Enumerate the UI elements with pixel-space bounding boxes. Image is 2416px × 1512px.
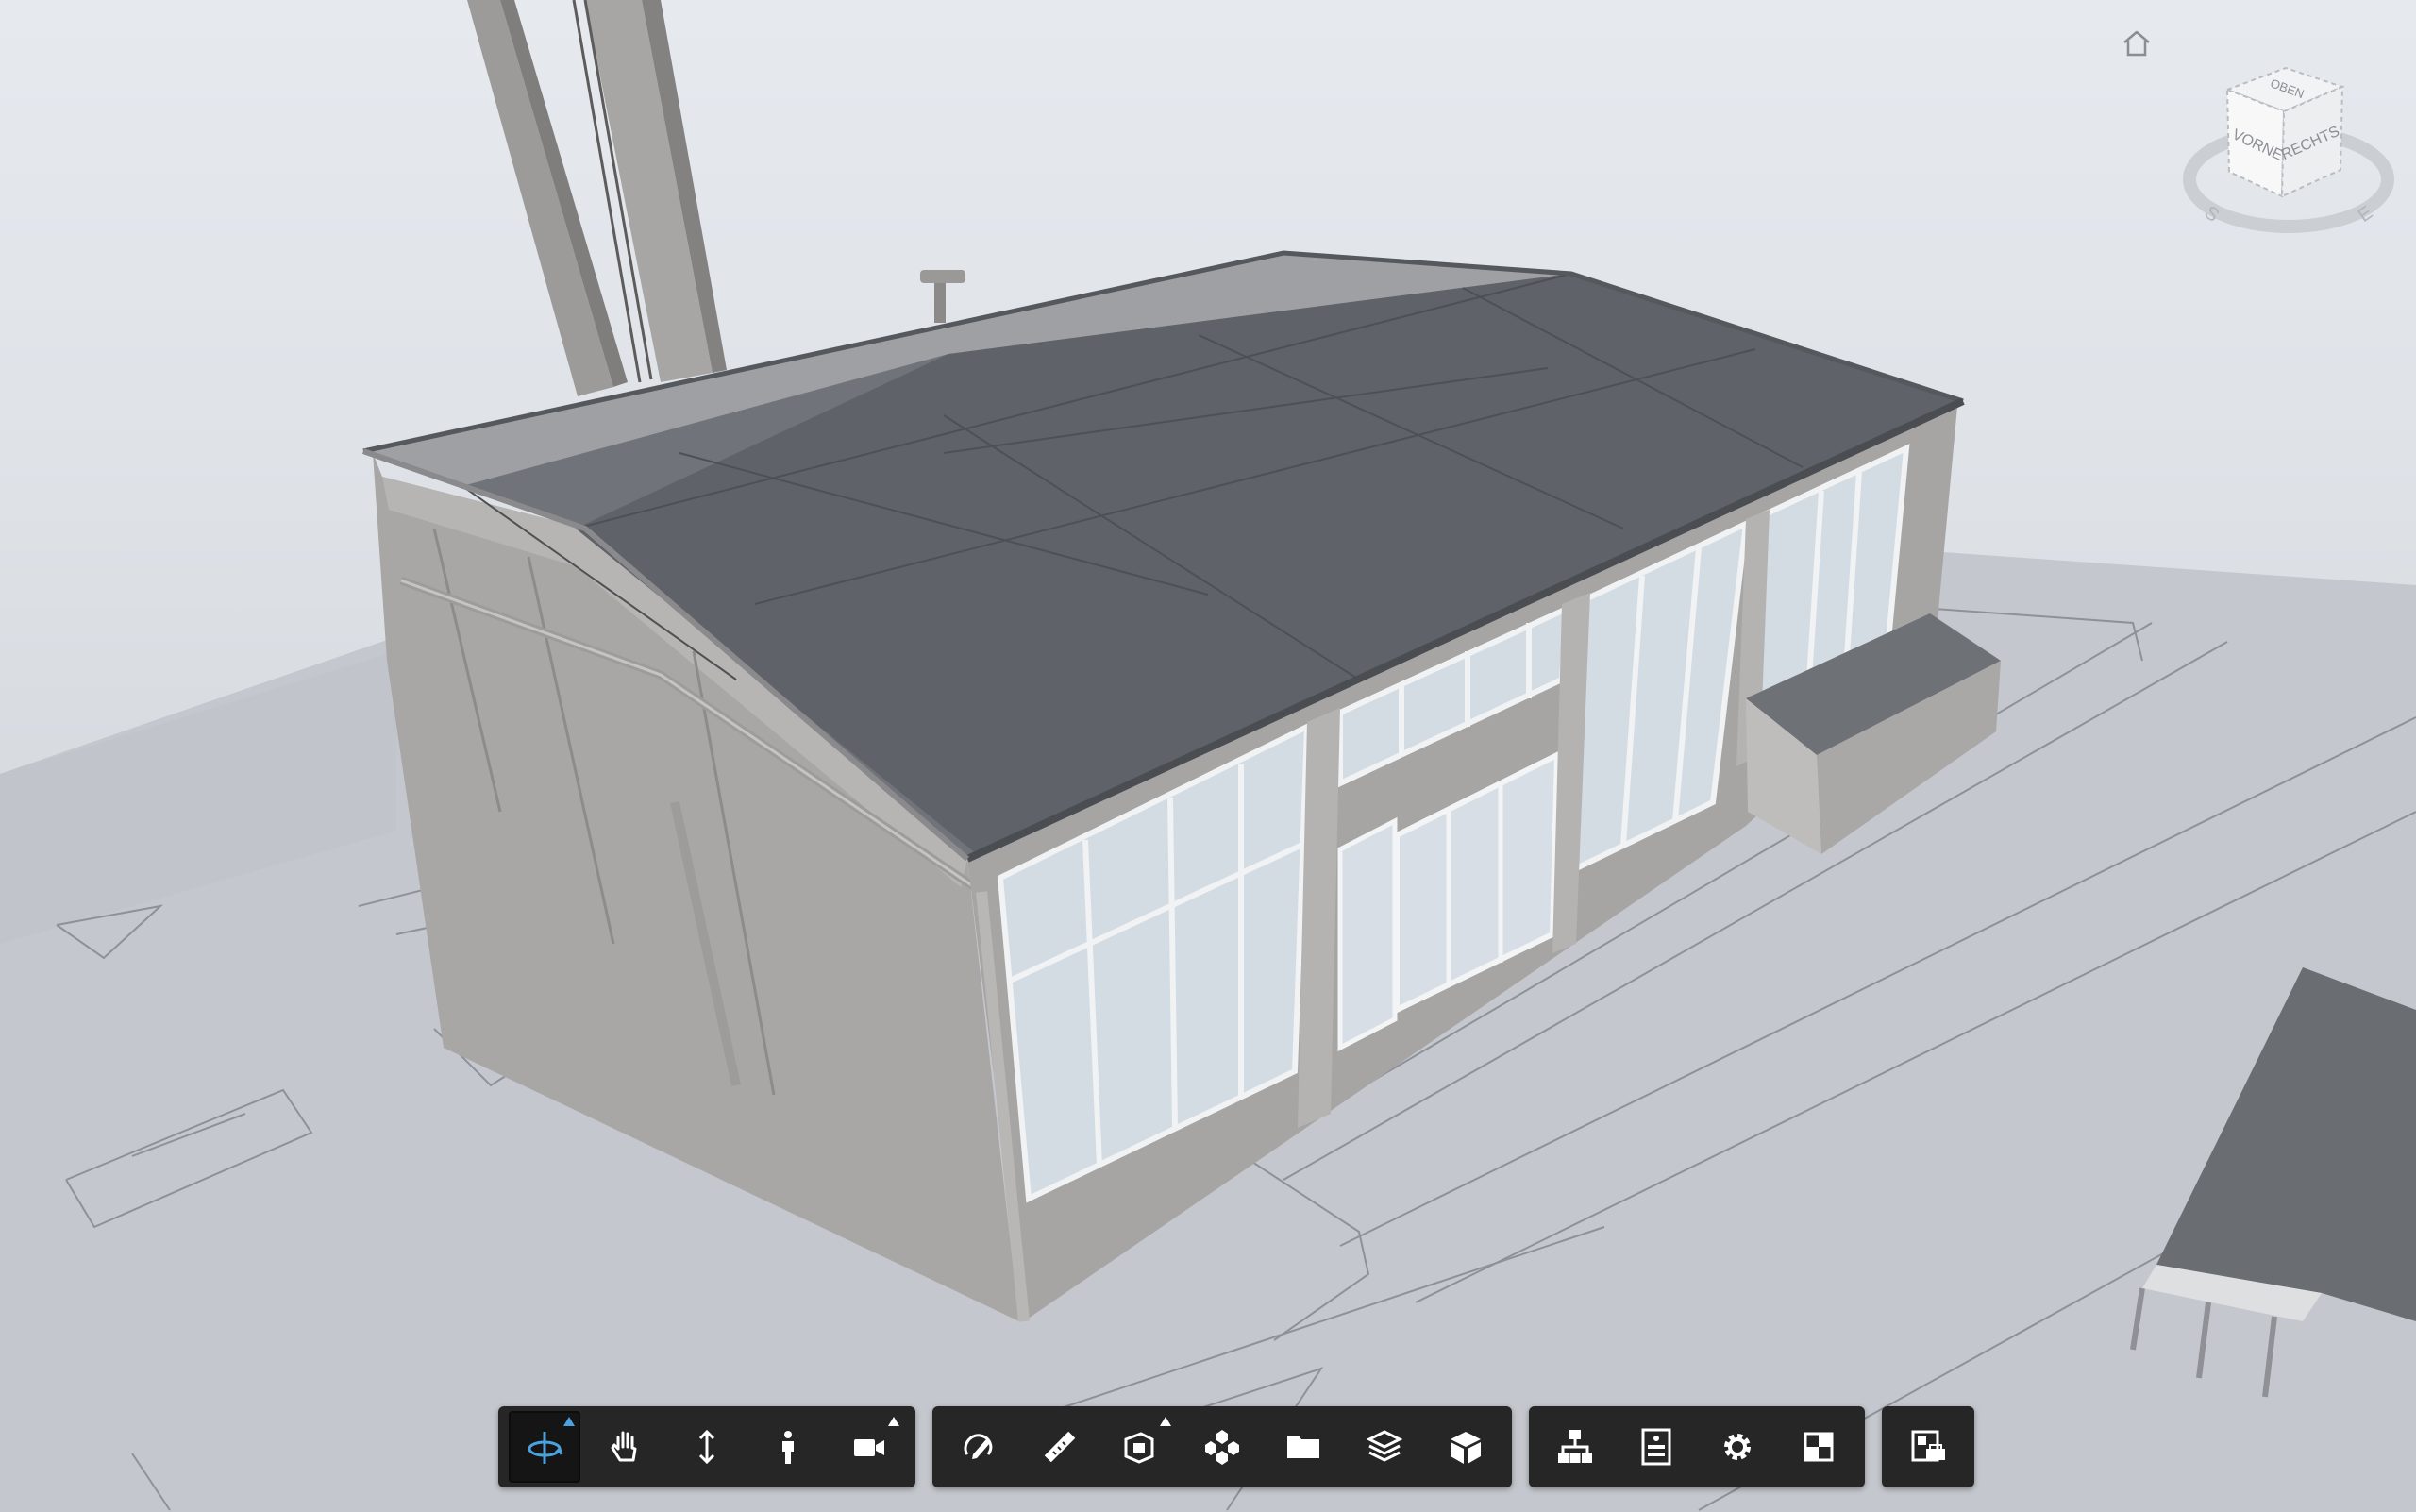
review-tools-group xyxy=(932,1406,1512,1487)
explode-icon xyxy=(1205,1430,1239,1465)
folder-icon xyxy=(1287,1436,1319,1458)
settings-tools-group xyxy=(1529,1406,1865,1487)
orbit-flyout-indicator xyxy=(563,1417,575,1426)
markup-button[interactable] xyxy=(943,1411,1015,1483)
properties-button[interactable] xyxy=(1620,1411,1692,1483)
layers-icon xyxy=(1366,1430,1403,1462)
fullscreen-icon xyxy=(1804,1432,1834,1462)
model-viewport[interactable] xyxy=(0,0,2416,1512)
pan-button[interactable] xyxy=(590,1411,662,1483)
section-button[interactable] xyxy=(1105,1411,1177,1483)
pan-icon xyxy=(611,1431,637,1462)
orbit-button[interactable] xyxy=(509,1411,580,1483)
model-browser-button[interactable] xyxy=(1430,1411,1502,1483)
extra-tools-group xyxy=(1882,1406,1974,1487)
model-icon xyxy=(1451,1432,1481,1464)
structure-button[interactable] xyxy=(1539,1411,1611,1483)
section-flyout-indicator xyxy=(1160,1417,1171,1426)
navigation-tools-group xyxy=(498,1406,915,1487)
properties-icon xyxy=(1641,1428,1671,1466)
layers-button[interactable] xyxy=(1349,1411,1420,1483)
structure-icon xyxy=(1558,1430,1592,1463)
zoom-button[interactable] xyxy=(671,1411,743,1483)
view-cube[interactable]: OBEN VORNE RECHTS S E xyxy=(2180,57,2397,255)
home-icon xyxy=(2123,30,2150,57)
camera-button[interactable] xyxy=(833,1411,905,1483)
home-button[interactable] xyxy=(2118,25,2156,62)
camera-flyout-indicator xyxy=(888,1417,899,1426)
fullscreen-button[interactable] xyxy=(1783,1411,1854,1483)
explode-button[interactable] xyxy=(1186,1411,1258,1483)
settings-icon xyxy=(1724,1434,1751,1460)
print-icon xyxy=(1911,1430,1945,1462)
measure-button[interactable] xyxy=(1024,1411,1096,1483)
settings-button[interactable] xyxy=(1702,1411,1773,1483)
first-person-button[interactable] xyxy=(752,1411,824,1483)
section-icon xyxy=(1124,1432,1154,1464)
orbit-icon xyxy=(528,1432,563,1464)
markup-icon xyxy=(964,1434,993,1459)
print-button[interactable] xyxy=(1892,1411,1964,1483)
building-model-render xyxy=(0,0,2416,1512)
document-browser-button[interactable] xyxy=(1267,1411,1339,1483)
first-person-icon xyxy=(782,1431,794,1464)
zoom-icon xyxy=(698,1429,715,1465)
camera-icon xyxy=(854,1439,884,1456)
viewer-toolbar xyxy=(498,1406,1974,1487)
measure-icon xyxy=(1044,1431,1076,1463)
